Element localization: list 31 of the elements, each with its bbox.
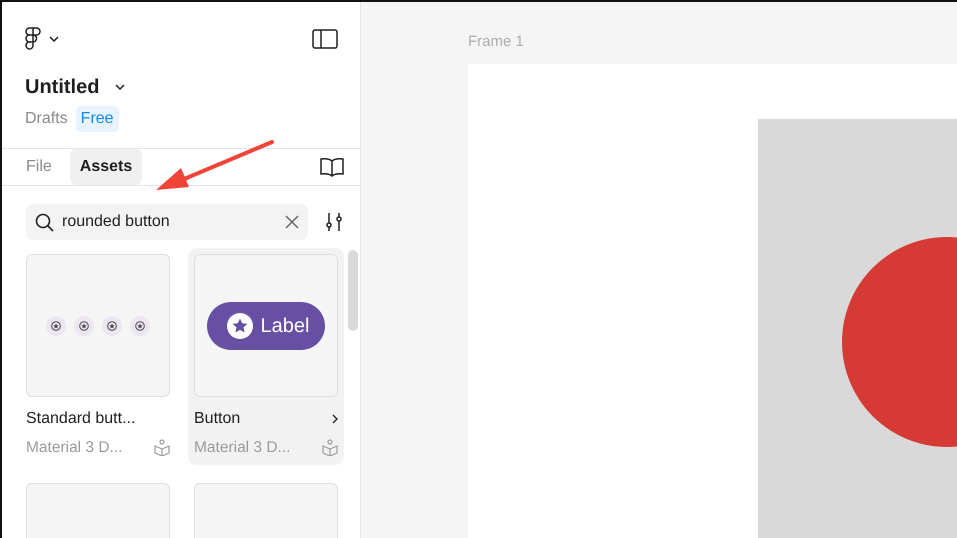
asset-name: Standard butt...: [26, 409, 136, 429]
caret-icon[interactable]: [115, 84, 126, 90]
library-name: Material 3 D...: [194, 438, 290, 458]
asset-thumbnail[interactable]: [26, 254, 170, 397]
app-logo-icon[interactable]: [25, 27, 41, 51]
scrollbar[interactable]: [348, 250, 358, 331]
star-icon: [79, 320, 89, 330]
panel-toggle-icon[interactable]: [312, 28, 338, 49]
asset-card-hover[interactable]: Label Button Material 3 D...: [188, 248, 344, 466]
star-icon: [51, 320, 61, 330]
book-icon[interactable]: [320, 156, 344, 177]
file-title[interactable]: Untitled: [25, 72, 100, 102]
search-icon: [35, 212, 54, 232]
preview-label: Label: [260, 314, 310, 338]
rectangle-shape[interactable]: [758, 118, 957, 538]
search-input[interactable]: rounded button: [62, 210, 272, 234]
frame[interactable]: [468, 64, 957, 538]
plan-badge: Free: [76, 106, 119, 132]
star-icon: [135, 320, 145, 330]
caret-icon[interactable]: [49, 36, 59, 42]
asset-name: Button: [194, 409, 240, 429]
library-name: Material 3 D...: [26, 438, 122, 458]
chevron-right-icon[interactable]: [332, 414, 338, 424]
asset-thumbnail[interactable]: Label: [194, 254, 338, 397]
tab[interactable]: Assets: [70, 149, 142, 185]
filter-icon[interactable]: [324, 212, 344, 232]
library-icon: [154, 439, 170, 456]
clear-icon[interactable]: [285, 214, 299, 229]
star-icon: [107, 320, 117, 330]
search-field[interactable]: rounded button: [26, 204, 308, 240]
library-icon: [322, 439, 338, 456]
